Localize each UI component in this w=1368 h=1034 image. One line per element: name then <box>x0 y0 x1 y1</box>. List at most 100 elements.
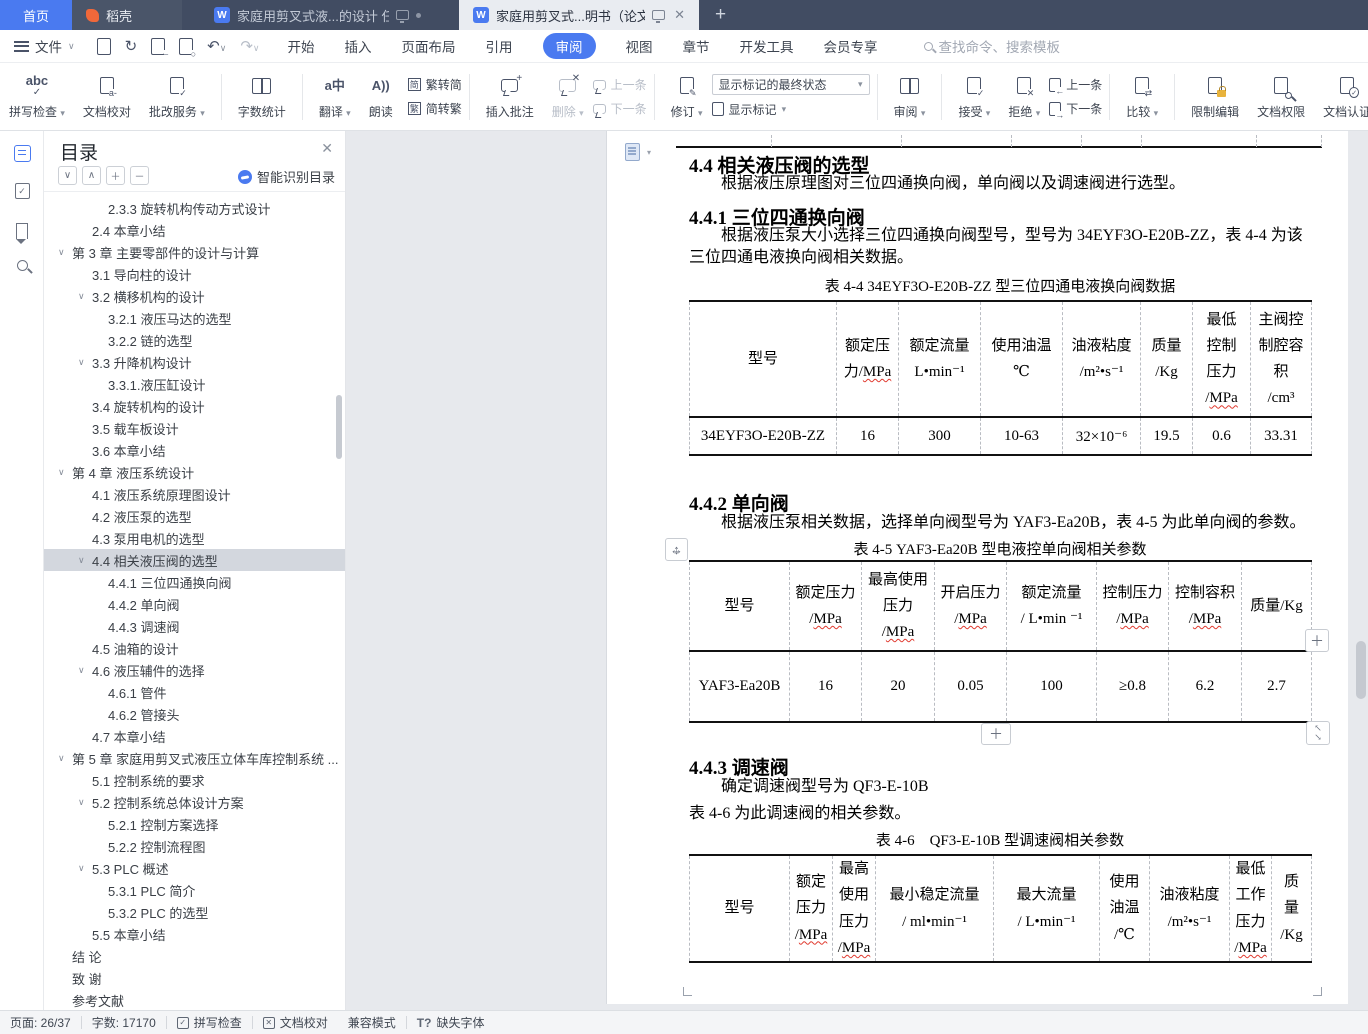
file-menu-button[interactable]: 文件 ∨ <box>14 36 75 56</box>
toc-item[interactable]: 5.3.2 PLC 的选型 <box>44 901 345 923</box>
toc-item[interactable]: 5.3.1 PLC 简介 <box>44 879 345 901</box>
doc-proof-status[interactable]: ✕ 文档校对 <box>253 1014 338 1031</box>
toc-item[interactable]: 3.5 载车板设计 <box>44 417 345 439</box>
toc-item[interactable]: 2.3.3 旋转机构传动方式设计 <box>44 197 345 219</box>
toc-item[interactable]: 4.5 油箱的设计 <box>44 637 345 659</box>
toc-item[interactable]: 4.2 液压泵的选型 <box>44 505 345 527</box>
delete-comment-button[interactable]: 删除 ▾ <box>543 74 593 120</box>
undo-button[interactable]: ↶∨ <box>207 37 226 55</box>
word-count-button[interactable]: 字数统计 <box>229 74 295 120</box>
ribbon-tab-插入[interactable]: 插入 <box>345 36 372 56</box>
page-indicator[interactable]: 页面: 26/37 <box>0 1014 81 1031</box>
expand-caret-icon[interactable]: ∨ <box>58 467 72 478</box>
toc-item[interactable]: ∨ 第 5 章 家庭用剪叉式液压立体车库控制系统 ... <box>44 747 345 769</box>
add-column-button[interactable]: ＋ <box>1305 629 1329 652</box>
prev-comment-button[interactable]: 上一条 <box>592 75 647 95</box>
accept-change-button[interactable]: 接受 ▾ <box>949 74 999 120</box>
expand-caret-icon[interactable]: ∨ <box>78 665 92 676</box>
toc-item[interactable]: ∨ 第 3 章 主要零部件的设计与计算 <box>44 241 345 263</box>
expand-caret-icon[interactable]: ∨ <box>78 797 92 808</box>
expand-caret-icon[interactable]: ∨ <box>78 863 92 874</box>
smart-recognize-toc-button[interactable]: 智能识别目录 <box>237 167 335 186</box>
toc-zoom-out-button[interactable]: － <box>130 166 149 185</box>
toc-item[interactable]: 4.4.3 调速阀 <box>44 615 345 637</box>
sync-button[interactable]: ↻ <box>125 37 138 55</box>
toc-item[interactable]: 5.2.1 控制方案选择 <box>44 813 345 835</box>
document-tab-1[interactable]: W 家庭用剪叉式液...的设计 任务书 <box>200 0 435 30</box>
prev-change-button[interactable]: 上一条 <box>1049 75 1102 96</box>
save-button[interactable] <box>96 37 111 55</box>
toc-close-icon[interactable]: ✕ <box>321 140 333 157</box>
review-service-button[interactable]: 批改服务 ▾ <box>140 74 214 120</box>
ribbon-tab-视图[interactable]: 视图 <box>626 36 653 56</box>
doc-proof-button[interactable]: 文档校对 <box>74 74 140 120</box>
toc-item[interactable]: ∨ 4.6 液压辅件的选择 <box>44 659 345 681</box>
toc-item[interactable]: 3.2.2 链的选型 <box>44 329 345 351</box>
toc-item[interactable]: 5.2.2 控制流程图 <box>44 835 345 857</box>
expand-caret-icon[interactable]: ∨ <box>58 247 72 258</box>
toc-item[interactable]: 3.3.1.液压缸设计 <box>44 373 345 395</box>
expand-caret-icon[interactable]: ∨ <box>78 291 92 302</box>
track-changes-button[interactable]: 修订 ▾ <box>662 74 712 120</box>
toc-item[interactable]: 2.4 本章小结 <box>44 219 345 241</box>
ribbon-tab-审阅[interactable]: 审阅 <box>542 33 596 59</box>
document-tab-2-active[interactable]: W 家庭用剪叉式...明书（论文） ✕ <box>459 0 699 30</box>
doc-certify-button[interactable]: ✓ 文档认证 <box>1314 74 1368 120</box>
toc-item[interactable]: ∨ 3.3 升降机构设计 <box>44 351 345 373</box>
toc-item[interactable]: 3.4 旋转机构的设计 <box>44 395 345 417</box>
markup-state-dropdown[interactable]: 显示标记的最终状态 ▾ <box>711 74 870 95</box>
toc-panel-button[interactable] <box>12 143 32 163</box>
trad-to-simp-button[interactable]: 简繁转简 <box>407 75 462 95</box>
doc-permission-button[interactable]: 文档权限 <box>1248 74 1314 120</box>
toc-item[interactable]: 4.4.1 三位四通换向阀 <box>44 571 345 593</box>
table-resize-handle[interactable]: ↖ ↘ <box>1306 721 1330 745</box>
toc-collapse-all-button[interactable]: ∧ <box>82 166 101 185</box>
find-panel-button[interactable] <box>12 255 32 275</box>
toc-item[interactable]: 参考文献 <box>44 989 345 1010</box>
expand-caret-icon[interactable]: ∨ <box>78 555 92 566</box>
docer-tab[interactable]: 稻壳 <box>72 0 182 30</box>
toc-item[interactable]: 4.6.2 管接头 <box>44 703 345 725</box>
check-panel-button[interactable]: ✓ <box>12 181 32 201</box>
next-comment-button[interactable]: 下一条 <box>592 99 647 119</box>
toc-item[interactable]: ∨ 4.4 相关液压阀的选型 <box>44 549 345 571</box>
bookmark-panel-button[interactable] <box>12 221 32 244</box>
close-tab-icon[interactable]: ✕ <box>674 7 685 23</box>
ribbon-tab-会员专享[interactable]: 会员专享 <box>824 36 878 56</box>
ribbon-tab-开发工具[interactable]: 开发工具 <box>740 36 794 56</box>
toc-item[interactable]: 致 谢 <box>44 967 345 989</box>
print-preview-button[interactable] <box>179 37 197 59</box>
toc-item[interactable]: 3.2.1 液压马达的选型 <box>44 307 345 329</box>
ribbon-tab-开始[interactable]: 开始 <box>288 36 315 56</box>
missing-fonts-status[interactable]: T? 缺失字体 <box>407 1014 495 1031</box>
redo-button[interactable]: ↷∨ <box>240 37 259 55</box>
simp-to-trad-button[interactable]: 繁简转繁 <box>407 99 462 119</box>
toc-zoom-in-button[interactable]: ＋ <box>106 166 125 185</box>
command-search[interactable]: 查找命令、搜索模板 <box>923 36 1060 56</box>
toc-item[interactable]: 3.6 本章小结 <box>44 439 345 461</box>
add-row-button[interactable]: ＋ <box>981 723 1011 745</box>
restrict-edit-button[interactable]: 限制编辑 <box>1182 74 1248 120</box>
paragraph-widget-icon[interactable] <box>625 143 640 161</box>
toc-scrollbar[interactable] <box>336 395 342 459</box>
print-button[interactable] <box>151 37 169 59</box>
spell-check-status[interactable]: ✓ 拼写检查 <box>167 1014 252 1031</box>
toc-item[interactable]: ∨ 3.2 横移机构的设计 <box>44 285 345 307</box>
review-pane-button[interactable]: 审阅 ▾ <box>885 74 935 120</box>
toc-item[interactable]: 5.1 控制系统的要求 <box>44 769 345 791</box>
new-tab-button[interactable]: + <box>699 0 742 30</box>
compat-mode-status[interactable]: 兼容模式 <box>338 1014 406 1031</box>
toc-item[interactable]: 4.6.1 管件 <box>44 681 345 703</box>
table-move-handle[interactable] <box>665 538 688 561</box>
next-change-button[interactable]: 下一条 <box>1049 99 1102 120</box>
toc-expand-all-button[interactable]: ∨ <box>58 166 77 185</box>
word-count-indicator[interactable]: 字数: 17170 <box>82 1014 166 1031</box>
compare-button[interactable]: 比较 ▾ <box>1117 74 1167 120</box>
expand-caret-icon[interactable]: ∨ <box>78 357 92 368</box>
ribbon-tab-页面布局[interactable]: 页面布局 <box>402 36 456 56</box>
ribbon-tab-章节[interactable]: 章节 <box>683 36 710 56</box>
toc-item[interactable]: 5.5 本章小结 <box>44 923 345 945</box>
ribbon-tab-引用[interactable]: 引用 <box>486 36 513 56</box>
document-page[interactable]: ▾ 4.4 相关液压阀的选型 根据液压原理图对三位四通换向阀，单向阀以及调速阀进… <box>606 131 1348 1004</box>
toc-item[interactable]: 4.4.2 单向阀 <box>44 593 345 615</box>
